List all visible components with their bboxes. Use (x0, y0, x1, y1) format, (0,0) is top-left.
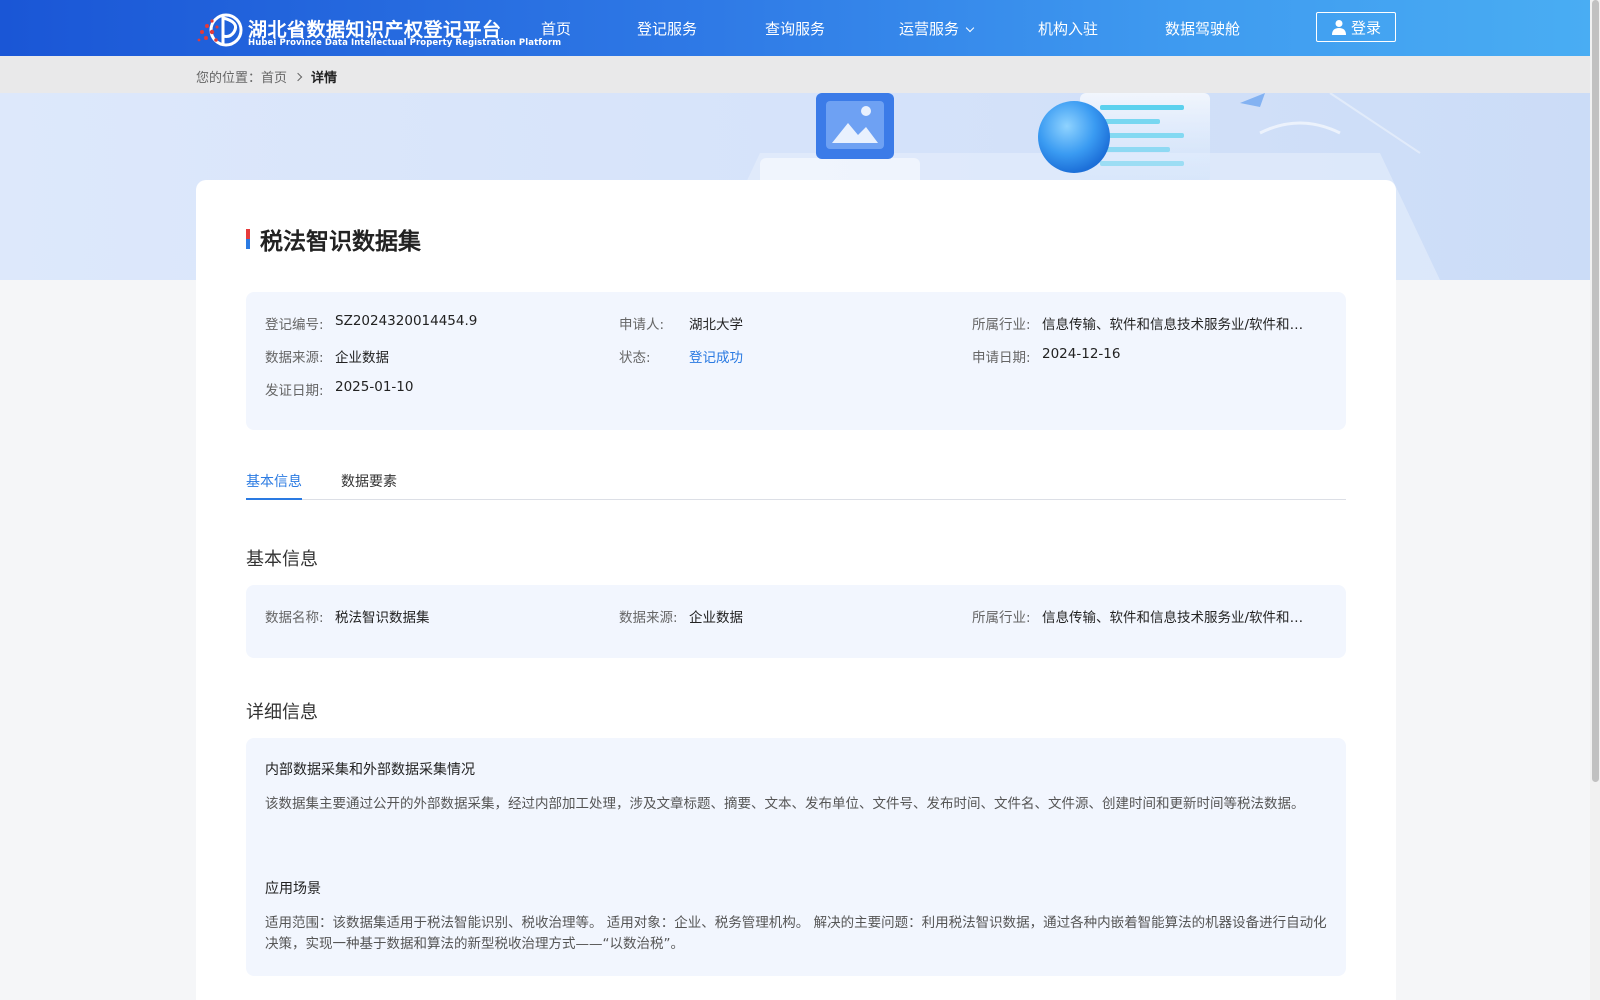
data-name-field: 数据名称: 税法智识数据集 (265, 606, 430, 626)
basic-info-heading: 基本信息 (246, 549, 318, 570)
scenario-description: 适用范围：该数据集适用于税法智能识别、税收治理等。 适用对象：企业、税务管理机构… (265, 915, 1327, 952)
apply-date-label: 申请日期: (972, 350, 1031, 366)
certificate-date-field: 发证日期: 2025-01-10 (265, 379, 413, 399)
breadcrumb-home-link[interactable]: 首页 (261, 67, 287, 86)
registration-number-field: 登记编号: SZ2024320014454.9 (265, 313, 477, 333)
data-source-field: 数据来源: 企业数据 (265, 346, 389, 366)
nav-registration-services[interactable]: 登记服务 (637, 18, 697, 39)
scenario-subtitle: 应用场景 (265, 881, 321, 897)
data-source-value: 企业数据 (335, 350, 389, 366)
industry-label: 所属行业: (972, 317, 1031, 333)
registration-number-label: 登记编号: (265, 317, 324, 333)
basic-industry-field: 所属行业: 信息传输、软件和信息技术服务业/软件和信息技术服务业 (972, 606, 1316, 626)
nav-operation-services-label: 运营服务 (899, 20, 960, 38)
basic-industry-value: 信息传输、软件和信息技术服务业/软件和信息技术服务业 (1042, 610, 1316, 626)
tab-data-elements[interactable]: 数据要素 (341, 471, 397, 491)
basic-data-source-field: 数据来源: 企业数据 (619, 606, 743, 626)
chevron-right-icon (293, 72, 303, 81)
nav-data-cockpit[interactable]: 数据驾驶舱 (1165, 18, 1240, 39)
apply-date-field: 申请日期: 2024-12-16 (972, 346, 1120, 366)
data-name-label: 数据名称: (265, 610, 324, 626)
nav-operation-services[interactable]: 运营服务 (899, 18, 975, 39)
collection-description: 该数据集主要通过公开的外部数据采集，经过内部加工处理，涉及文章标题、摘要、文本、… (265, 796, 1305, 812)
applicant-field: 申请人: 湖北大学 (619, 313, 743, 333)
detailed-info-heading: 详细信息 (246, 702, 318, 723)
data-name-value: 税法智识数据集 (335, 610, 430, 626)
applicant-label: 申请人: (619, 317, 665, 333)
breadcrumb-prefix: 您的位置： (196, 71, 262, 86)
tab-basic-info[interactable]: 基本信息 (246, 471, 302, 491)
collection-subtitle: 内部数据采集和外部数据采集情况 (265, 762, 475, 778)
page-title: 税法智识数据集 (260, 229, 421, 255)
apply-date-value: 2024-12-16 (1042, 346, 1121, 362)
industry-field: 所属行业: 信息传输、软件和信息技术服务业/软件和信息技术服务业 (972, 313, 1316, 333)
platform-logo-icon[interactable] (196, 12, 244, 48)
status-field: 状态: 登记成功 (619, 346, 743, 366)
page-scrollbar-thumb[interactable] (1592, 0, 1599, 782)
chevron-down-icon (965, 23, 975, 33)
breadcrumb-current: 详情 (311, 71, 338, 86)
title-accent-mark (246, 229, 250, 249)
active-tab-indicator (246, 498, 302, 500)
basic-industry-label: 所属行业: (972, 610, 1031, 626)
industry-value: 信息传输、软件和信息技术服务业/软件和信息技术服务业 (1042, 317, 1316, 333)
tabs-divider (246, 499, 1346, 500)
certificate-date-value: 2025-01-10 (335, 379, 414, 395)
login-button[interactable]: 登录 (1316, 12, 1396, 42)
certificate-date-label: 发证日期: (265, 383, 324, 399)
nav-query-services[interactable]: 查询服务 (765, 18, 825, 39)
status-label: 状态: (619, 350, 651, 366)
basic-data-source-label: 数据来源: (619, 610, 678, 626)
breadcrumb: 您的位置： 首页 详情 (196, 67, 337, 86)
status-value[interactable]: 登记成功 (689, 346, 743, 366)
data-source-label: 数据来源: (265, 350, 324, 366)
platform-name-english: Hubei Province Data Intellectual Propert… (248, 38, 562, 48)
login-label: 登录 (1350, 18, 1381, 37)
basic-data-source-value: 企业数据 (689, 610, 743, 626)
applicant-value: 湖北大学 (689, 317, 743, 333)
registration-number-value: SZ2024320014454.9 (335, 313, 478, 329)
nav-home[interactable]: 首页 (541, 18, 571, 39)
user-icon (1331, 20, 1346, 35)
nav-institution-entry[interactable]: 机构入驻 (1038, 18, 1098, 39)
